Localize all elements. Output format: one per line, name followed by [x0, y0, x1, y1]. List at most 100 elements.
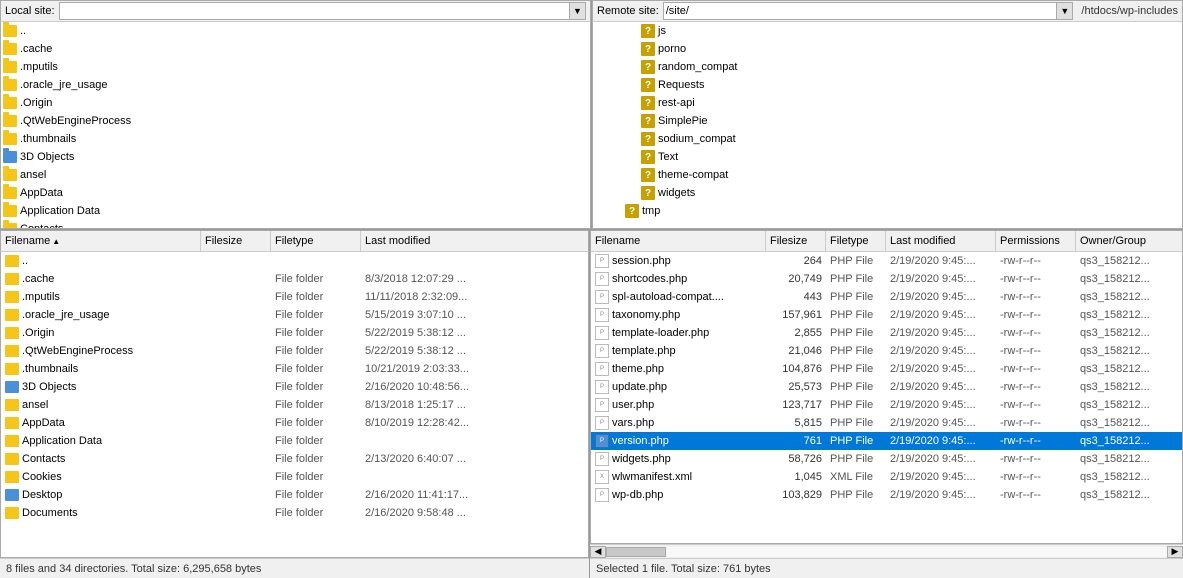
tree-item-appdata[interactable]: AppData	[1, 184, 590, 202]
question-icon: ?	[625, 204, 639, 218]
remote-file-row-selected[interactable]: P version.php 761 PHP File 2/19/2020 9:4…	[591, 432, 1182, 450]
remote-file-row[interactable]: P widgets.php 58,726 PHP File 2/19/2020 …	[591, 450, 1182, 468]
rcol-header-filetype[interactable]: Filetype	[826, 231, 886, 251]
remote-file-row[interactable]: X wlwmanifest.xml 1,045 XML File 2/19/20…	[591, 468, 1182, 486]
remote-file-list[interactable]: P session.php 264 PHP File 2/19/2020 9:4…	[590, 252, 1183, 544]
question-icon: ?	[641, 132, 655, 146]
tree-item-ansel[interactable]: ansel	[1, 166, 590, 184]
remote-scrollbar-h[interactable]: ◀ ▶	[590, 544, 1183, 558]
folder-icon	[3, 151, 17, 163]
local-file-row[interactable]: .QtWebEngineProcess File folder 5/22/201…	[1, 342, 588, 360]
col-header-filetype[interactable]: Filetype	[271, 231, 361, 251]
tree-item-label: rest-api	[658, 97, 695, 109]
tree-item-js[interactable]: ? js	[593, 22, 1182, 40]
local-file-row[interactable]: ansel File folder 8/13/2018 1:25:17 ...	[1, 396, 588, 414]
remote-site-dropdown[interactable]: ▼	[1057, 2, 1073, 20]
remote-file-row[interactable]: P template.php 21,046 PHP File 2/19/2020…	[591, 342, 1182, 360]
scrollbar-track[interactable]	[606, 547, 1167, 557]
php-file-icon: P	[595, 254, 609, 268]
folder-icon	[3, 223, 17, 229]
tree-item-origin[interactable]: .Origin	[1, 94, 590, 112]
local-site-dropdown[interactable]: ▼	[570, 2, 586, 20]
remote-file-row[interactable]: P wp-db.php 103,829 PHP File 2/19/2020 9…	[591, 486, 1182, 504]
local-file-row[interactable]: .mputils File folder 11/11/2018 2:32:09.…	[1, 288, 588, 306]
remote-file-row[interactable]: P vars.php 5,815 PHP File 2/19/2020 9:45…	[591, 414, 1182, 432]
tree-item-qtwebengine[interactable]: .QtWebEngineProcess	[1, 112, 590, 130]
remote-file-row[interactable]: P session.php 264 PHP File 2/19/2020 9:4…	[591, 252, 1182, 270]
tree-item-text[interactable]: ? Text	[593, 148, 1182, 166]
col-header-lastmod[interactable]: Last modified	[361, 231, 588, 251]
tree-item-cache[interactable]: .cache	[1, 40, 590, 58]
tree-item-label: porno	[658, 43, 686, 55]
rcol-header-owner[interactable]: Owner/Group	[1076, 231, 1182, 251]
remote-file-row[interactable]: P update.php 25,573 PHP File 2/19/2020 9…	[591, 378, 1182, 396]
local-files-panel: Filename ▲ Filesize Filetype Last modifi…	[0, 230, 590, 578]
local-file-row[interactable]: .cache File folder 8/3/2018 12:07:29 ...	[1, 270, 588, 288]
local-file-list[interactable]: .. .cache File folder 8/3/2018 12:07:29 …	[0, 252, 589, 558]
remote-file-row[interactable]: P theme.php 104,876 PHP File 2/19/2020 9…	[591, 360, 1182, 378]
question-icon: ?	[641, 114, 655, 128]
question-icon: ?	[641, 96, 655, 110]
local-file-row[interactable]: Cookies File folder	[1, 468, 588, 486]
local-file-row[interactable]: Documents File folder 2/16/2020 9:58:48 …	[1, 504, 588, 522]
local-file-row[interactable]: Contacts File folder 2/13/2020 6:40:07 .…	[1, 450, 588, 468]
question-icon: ?	[641, 60, 655, 74]
local-file-row[interactable]: .oracle_jre_usage File folder 5/15/2019 …	[1, 306, 588, 324]
scrollbar-thumb[interactable]	[606, 547, 666, 557]
rcol-header-filesize[interactable]: Filesize	[766, 231, 826, 251]
rcol-header-lastmod[interactable]: Last modified	[886, 231, 996, 251]
local-file-tree[interactable]: .. .cache .mputils .oracle_jre_usage .Or…	[0, 22, 591, 229]
tree-item-random-compat[interactable]: ? random_compat	[593, 58, 1182, 76]
folder-icon	[5, 363, 19, 375]
col-header-filesize[interactable]: Filesize	[201, 231, 271, 251]
remote-file-row[interactable]: P spl-autoload-compat.... 443 PHP File 2…	[591, 288, 1182, 306]
folder-icon	[3, 25, 17, 37]
folder-icon	[5, 489, 19, 501]
rcol-header-permissions[interactable]: Permissions	[996, 231, 1076, 251]
local-file-row[interactable]: ..	[1, 252, 588, 270]
tree-item-mputils[interactable]: .mputils	[1, 58, 590, 76]
tree-item-rest-api[interactable]: ? rest-api	[593, 94, 1182, 112]
php-file-icon: P	[595, 488, 609, 502]
question-icon: ?	[641, 150, 655, 164]
remote-file-row[interactable]: P shortcodes.php 20,749 PHP File 2/19/20…	[591, 270, 1182, 288]
local-file-row[interactable]: .thumbnails File folder 10/21/2019 2:03:…	[1, 360, 588, 378]
folder-icon	[5, 453, 19, 465]
scrollbar-right-btn[interactable]: ▶	[1167, 546, 1183, 558]
tree-item-label: theme-compat	[658, 169, 728, 181]
tree-item-oracle[interactable]: .oracle_jre_usage	[1, 76, 590, 94]
rcol-header-filename[interactable]: Filename	[591, 231, 766, 251]
local-file-row[interactable]: Desktop File folder 2/16/2020 11:41:17..…	[1, 486, 588, 504]
tree-item-thumbnails[interactable]: .thumbnails	[1, 130, 590, 148]
remote-site-input[interactable]	[663, 2, 1058, 20]
remote-file-row[interactable]: P user.php 123,717 PHP File 2/19/2020 9:…	[591, 396, 1182, 414]
tree-item-simplepie[interactable]: ? SimplePie	[593, 112, 1182, 130]
local-file-row[interactable]: AppData File folder 8/10/2019 12:28:42..…	[1, 414, 588, 432]
local-file-row[interactable]: Application Data File folder	[1, 432, 588, 450]
tree-item-porno[interactable]: ? porno	[593, 40, 1182, 58]
bottom-panels: Filename ▲ Filesize Filetype Last modifi…	[0, 230, 1183, 578]
tree-item-sodium-compat[interactable]: ? sodium_compat	[593, 130, 1182, 148]
tree-item-applicationdata[interactable]: Application Data	[1, 202, 590, 220]
tree-item-theme-compat[interactable]: ? theme-compat	[593, 166, 1182, 184]
col-header-filename[interactable]: Filename ▲	[1, 231, 201, 251]
local-file-row[interactable]: 3D Objects File folder 2/16/2020 10:48:5…	[1, 378, 588, 396]
tree-item-requests[interactable]: ? Requests	[593, 76, 1182, 94]
folder-icon	[3, 187, 17, 199]
scrollbar-left-btn[interactable]: ◀	[590, 546, 606, 558]
remote-file-row[interactable]: P template-loader.php 2,855 PHP File 2/1…	[591, 324, 1182, 342]
tree-item-contacts[interactable]: Contacts	[1, 220, 590, 229]
tree-item-label: Contacts	[20, 223, 63, 229]
tree-item-dotdot[interactable]: ..	[1, 22, 590, 40]
folder-icon	[5, 345, 19, 357]
local-file-row[interactable]: .Origin File folder 5/22/2019 5:38:12 ..…	[1, 324, 588, 342]
php-file-icon: P	[595, 272, 609, 286]
local-site-input[interactable]	[59, 2, 570, 20]
folder-icon	[3, 205, 17, 217]
remote-file-tree[interactable]: ? js ? porno ? random_compat ? Requests …	[592, 22, 1183, 229]
remote-file-row[interactable]: P taxonomy.php 157,961 PHP File 2/19/202…	[591, 306, 1182, 324]
tree-item-3dobjects[interactable]: 3D Objects	[1, 148, 590, 166]
tree-item-tmp[interactable]: ? tmp	[593, 202, 1182, 220]
local-site-bar: Local site: ▼	[0, 0, 591, 22]
tree-item-widgets[interactable]: ? widgets	[593, 184, 1182, 202]
